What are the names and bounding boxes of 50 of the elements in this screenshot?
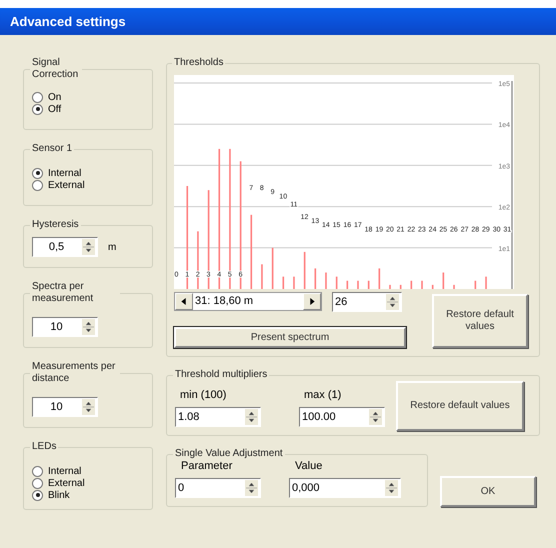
radio-icon[interactable] xyxy=(32,92,43,102)
spin-arrows-icon[interactable] xyxy=(385,480,398,496)
radio-option[interactable]: Off xyxy=(32,103,144,115)
number-field[interactable]: 10 xyxy=(32,397,98,417)
group-title: Spectra per measurement xyxy=(31,281,94,305)
radio-icon[interactable] xyxy=(32,490,43,500)
number-field[interactable]: 0,000 xyxy=(289,478,401,498)
radio-icon[interactable] xyxy=(32,478,43,488)
group-title: Measurements per distance xyxy=(31,361,116,385)
radio-option[interactable]: Internal xyxy=(32,465,144,477)
number-field[interactable]: 10 xyxy=(32,317,98,337)
radio-option[interactable]: Internal xyxy=(32,167,144,179)
field-label: max (1) xyxy=(303,389,342,401)
group-title: LEDs xyxy=(31,441,58,453)
spin-arrows-icon[interactable] xyxy=(245,409,258,425)
unit-label: m xyxy=(108,242,116,252)
radio-option[interactable]: External xyxy=(32,179,144,191)
group-title: Hysteresis xyxy=(31,219,80,231)
radio-option[interactable]: Blink xyxy=(32,489,144,501)
spin-arrows-icon[interactable] xyxy=(82,319,95,335)
restore-defaults-button[interactable]: Restore default values xyxy=(432,294,528,348)
number-field[interactable]: 26 xyxy=(332,292,402,312)
radio-icon[interactable] xyxy=(32,168,43,178)
position-selector[interactable]: 31: 18,60 m xyxy=(174,292,322,311)
group-title: Single Value Adjustment xyxy=(174,448,284,460)
spin-arrows-icon[interactable] xyxy=(386,294,399,310)
field-label: Value xyxy=(294,460,324,472)
number-field[interactable]: 100.00 xyxy=(299,407,385,427)
spin-arrows-icon[interactable] xyxy=(369,409,382,425)
group-title: Sensor 1 xyxy=(31,143,74,155)
spin-arrows-icon[interactable] xyxy=(82,239,95,255)
restore-defaults-button[interactable]: Restore default values xyxy=(396,381,524,431)
ok-button[interactable]: OK xyxy=(440,476,536,507)
number-field[interactable]: 0,5 xyxy=(32,237,98,257)
group-title: Threshold multipliers xyxy=(174,369,268,381)
spin-arrows-icon[interactable] xyxy=(82,399,95,415)
radio-option[interactable]: On xyxy=(32,91,144,103)
group-title: Thresholds xyxy=(173,57,224,69)
radio-icon[interactable] xyxy=(32,104,43,114)
number-field[interactable]: 1.08 xyxy=(175,407,261,427)
field-label: min (100) xyxy=(179,389,228,401)
radio-icon[interactable] xyxy=(32,180,43,190)
group-title: Signal Correction xyxy=(31,57,80,81)
present-spectrum-button[interactable]: Present spectrum xyxy=(174,327,406,348)
radio-icon[interactable] xyxy=(32,466,43,476)
window-title: Advanced settings xyxy=(0,8,556,35)
spin-arrows-icon[interactable] xyxy=(245,480,258,496)
radio-option[interactable]: External xyxy=(32,477,144,489)
number-field[interactable]: 0 xyxy=(175,478,261,498)
field-label: Parameter xyxy=(180,460,234,472)
